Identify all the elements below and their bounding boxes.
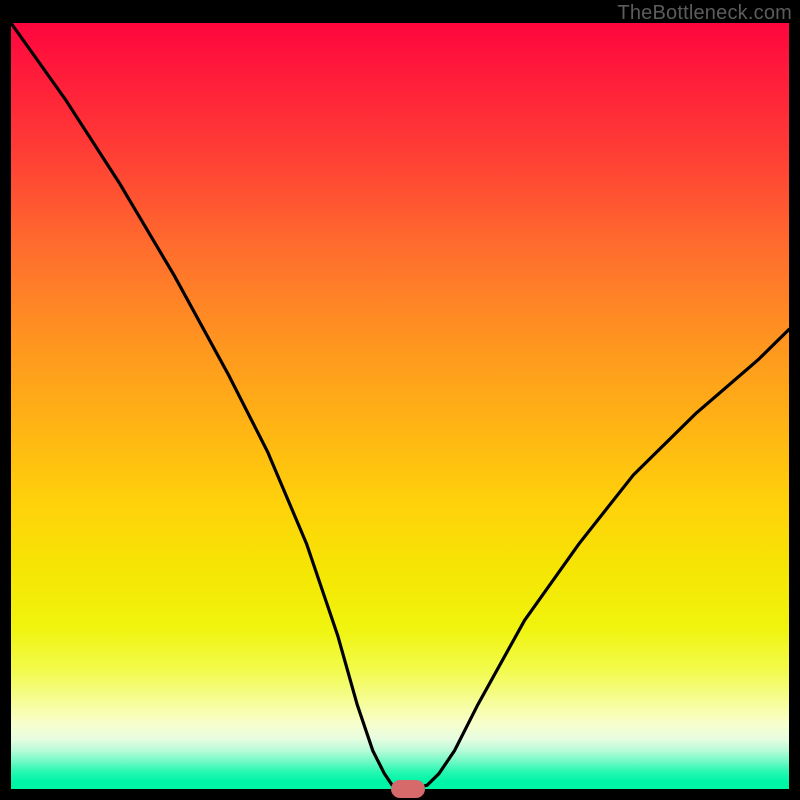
plot-area: [11, 23, 789, 789]
chart-stage: TheBottleneck.com: [0, 0, 800, 800]
curve-layer: [11, 23, 789, 789]
bottleneck-curve: [11, 23, 789, 789]
watermark-text: TheBottleneck.com: [617, 2, 792, 25]
bottleneck-marker: [391, 780, 425, 798]
